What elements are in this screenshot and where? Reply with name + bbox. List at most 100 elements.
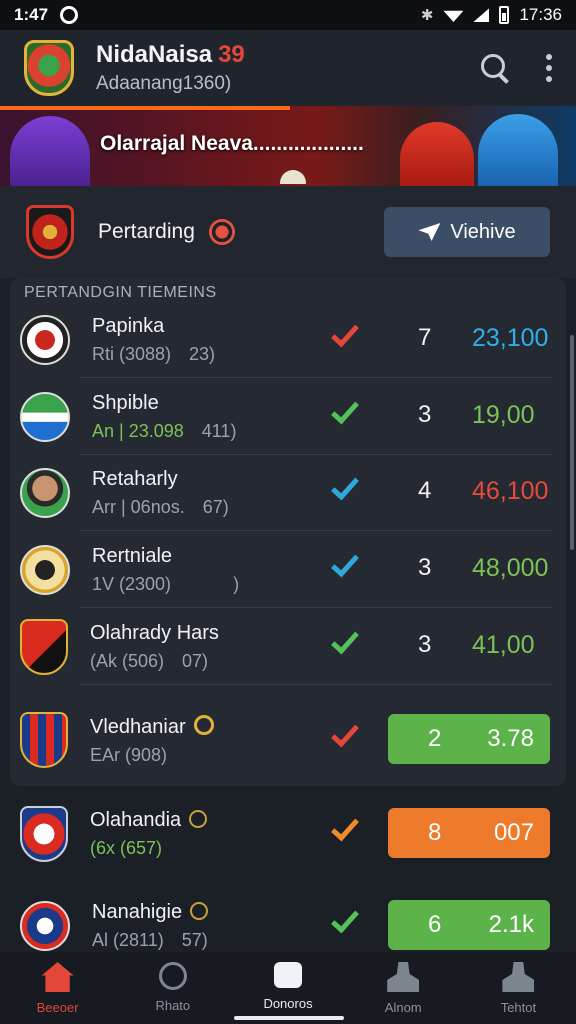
team-score: 41,00 bbox=[472, 631, 535, 659]
list-item[interactable]: Shpible An | 23.098 411) 3 19,00 bbox=[20, 379, 552, 455]
app-title-text: NidaNaisa bbox=[96, 41, 213, 68]
view-button-label: Viehive bbox=[450, 220, 516, 243]
team-name: Olahrady Hars bbox=[90, 622, 219, 644]
team-meta: (Ak (506) bbox=[90, 651, 165, 671]
medal-icon bbox=[193, 714, 214, 735]
team-name: Rertniale bbox=[92, 545, 173, 567]
signal-icon bbox=[473, 8, 490, 22]
nav-item-home[interactable]: Beeoer bbox=[0, 952, 115, 1024]
wifi-icon bbox=[443, 10, 464, 22]
team-logo-icon bbox=[20, 392, 70, 442]
status-bar: 1:47 ✱ 17:36 bbox=[0, 0, 576, 30]
team-name-text: Olahandia bbox=[90, 809, 182, 831]
team-score: 3.78 bbox=[487, 725, 534, 752]
match-label: Pertarding bbox=[98, 220, 195, 243]
team-score: 19,00 bbox=[472, 401, 535, 429]
nav-label: Rhato bbox=[155, 998, 191, 1013]
player-image bbox=[400, 122, 474, 186]
nav-label: Alnom bbox=[384, 1000, 422, 1015]
status-icons: ✱ 17:36 bbox=[421, 5, 562, 25]
team-meta: Al (2811) bbox=[92, 930, 164, 950]
nav-label: Tehtot bbox=[500, 1000, 537, 1015]
app-actions bbox=[480, 53, 552, 83]
list-item[interactable]: Papinka Rti (3088) 23) 7 23,100 bbox=[20, 302, 552, 378]
team-meta-count: 07) bbox=[182, 651, 209, 671]
team-score: 2.1k bbox=[488, 911, 534, 938]
search-icon[interactable] bbox=[480, 53, 510, 83]
bluetooth-icon: ✱ bbox=[420, 7, 434, 24]
award-icon bbox=[190, 902, 209, 920]
app-title-number: 39 bbox=[218, 41, 245, 68]
award-icon bbox=[189, 810, 208, 828]
score-pill[interactable]: 6 2.1k bbox=[388, 900, 550, 950]
send-icon bbox=[418, 223, 441, 241]
check-icon bbox=[331, 548, 359, 578]
check-icon bbox=[331, 904, 359, 934]
score-pill[interactable]: 8 007 bbox=[388, 808, 550, 858]
battery-icon bbox=[499, 6, 510, 24]
home-indicator[interactable] bbox=[234, 1016, 344, 1020]
team-name: Papinka bbox=[92, 315, 165, 337]
list-header: PERTANDGIN TIEMEINS bbox=[24, 284, 217, 301]
team-logo-icon bbox=[20, 545, 70, 595]
team-name-text: Nanahigie bbox=[92, 901, 183, 923]
team-name: Nanahigie bbox=[92, 901, 292, 924]
score-pill[interactable]: 2 3.78 bbox=[388, 714, 550, 764]
list-item[interactable]: Olahandia (6x (657) 8 007 bbox=[20, 796, 552, 872]
check-icon bbox=[331, 812, 359, 842]
nav-item-profile[interactable]: Tehtot bbox=[461, 952, 576, 1024]
team-meta: (6x (657) bbox=[90, 838, 163, 858]
team-crest-icon bbox=[26, 205, 74, 259]
team-name: Olahandia bbox=[90, 809, 290, 832]
scrollbar[interactable] bbox=[570, 335, 574, 550]
team-rank: 3 bbox=[418, 401, 432, 428]
banner-progress bbox=[0, 106, 290, 110]
football-icon bbox=[208, 219, 235, 245]
list-item[interactable]: Vledhaniar EAr (908) 2 3.78 bbox=[20, 702, 552, 778]
club-logo-icon[interactable] bbox=[24, 40, 74, 96]
team-name: Shpible bbox=[92, 392, 159, 414]
match-bar: Pertarding Viehive bbox=[0, 186, 576, 278]
nav-item-matches[interactable]: Rhato bbox=[115, 952, 230, 1024]
team-logo-icon bbox=[20, 806, 68, 862]
ball-image bbox=[280, 170, 306, 184]
nav-label: Beeoer bbox=[36, 1000, 79, 1015]
team-score: 48,000 bbox=[472, 554, 549, 582]
team-meta-count: 23) bbox=[189, 344, 216, 364]
list-item[interactable]: Olahrady Hars (Ak (506) 07) 3 41,00 bbox=[20, 609, 552, 685]
check-icon bbox=[331, 625, 359, 655]
app-bar: NidaNaisa 39 Adaanang1360) bbox=[0, 30, 576, 106]
team-rank: 4 bbox=[418, 477, 432, 504]
app-title: NidaNaisa 39 bbox=[96, 41, 245, 69]
app-subtitle: Adaanang1360) bbox=[96, 73, 232, 94]
player-image bbox=[478, 114, 558, 186]
team-rank: 3 bbox=[418, 554, 432, 581]
team-logo-icon bbox=[20, 619, 68, 675]
nav-item-players[interactable]: Alnom bbox=[346, 952, 461, 1024]
check-icon bbox=[331, 318, 359, 348]
list-item[interactable]: Retaharly Arr | 06nos. 67) 4 46,100 bbox=[20, 455, 552, 531]
team-logo-icon bbox=[20, 315, 70, 365]
team-score: 46,100 bbox=[472, 477, 549, 505]
check-icon bbox=[331, 395, 359, 425]
team-meta-count: 67) bbox=[202, 497, 229, 517]
status-time-left: 1:47 bbox=[14, 5, 49, 24]
hero-banner[interactable]: Olarrajal Neava................... bbox=[0, 106, 576, 186]
person-icon bbox=[387, 962, 420, 992]
app-titles: NidaNaisa 39 Adaanang1360) bbox=[96, 41, 245, 95]
more-menu-icon[interactable] bbox=[546, 54, 552, 82]
team-meta-count: 411) bbox=[201, 421, 237, 441]
hero-title: Olarrajal Neava................... bbox=[100, 132, 364, 155]
check-icon bbox=[331, 471, 359, 501]
bottom-navigation: Beeoer Rhato Donoros Alnom Tehtot bbox=[0, 952, 576, 1024]
team-name-text: Vledhaniar bbox=[90, 715, 186, 738]
check-icon bbox=[331, 718, 359, 748]
view-button[interactable]: Viehive bbox=[384, 207, 550, 257]
team-score: 23,100 bbox=[472, 324, 549, 352]
team-logo-icon bbox=[20, 712, 68, 768]
list-item[interactable]: Rertniale 1V (2300)) 3 48,000 bbox=[20, 532, 552, 608]
nav-item-donors[interactable]: Donoros bbox=[230, 952, 345, 1024]
team-rank: 8 bbox=[428, 819, 442, 846]
player-avatar bbox=[20, 468, 70, 518]
team-meta: EAr (908) bbox=[90, 744, 168, 765]
